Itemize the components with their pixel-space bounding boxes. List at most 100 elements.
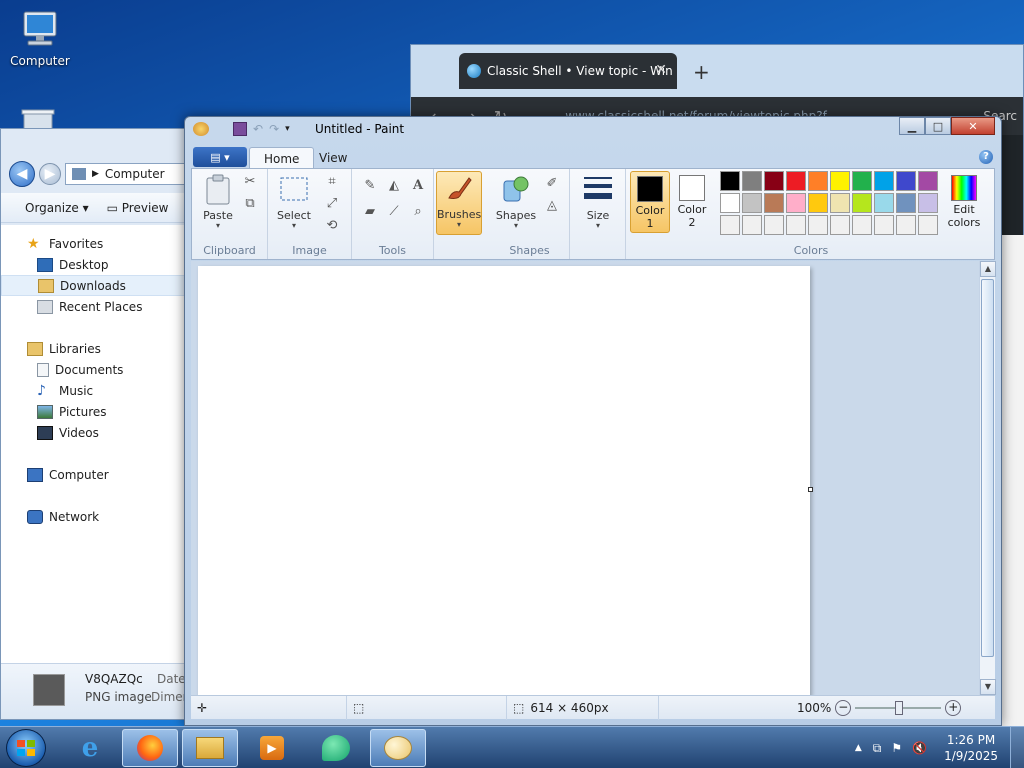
palette-color-swatch[interactable] (896, 215, 916, 235)
preview-button[interactable]: ▭ Preview (107, 201, 169, 215)
nav-videos[interactable]: Videos (1, 422, 185, 443)
minimize-button[interactable]: ▁ (899, 117, 925, 135)
forward-button[interactable]: ▶ (39, 163, 61, 185)
undo-icon[interactable]: ↶ (253, 122, 263, 136)
redo-icon[interactable]: ↷ (269, 122, 279, 136)
palette-color-swatch[interactable] (764, 193, 784, 213)
zoom-slider-thumb[interactable] (895, 701, 904, 715)
browser-tab[interactable]: Classic Shell • View topic - Win ✕ (459, 53, 677, 89)
drawing-canvas[interactable] (198, 266, 810, 696)
color-picker-icon[interactable]: ⟋ (384, 201, 404, 221)
start-button[interactable] (6, 729, 46, 767)
nav-documents[interactable]: Documents (1, 359, 185, 380)
palette-color-swatch[interactable] (720, 215, 740, 235)
maximize-button[interactable]: □ (925, 117, 951, 135)
palette-color-swatch[interactable] (742, 215, 762, 235)
palette-color-swatch[interactable] (852, 171, 872, 191)
palette-color-swatch[interactable] (808, 171, 828, 191)
brushes-button[interactable]: Brushes ▾ (436, 171, 482, 235)
palette-color-swatch[interactable] (896, 171, 916, 191)
palette-color-swatch[interactable] (852, 193, 872, 213)
palette-color-swatch[interactable] (830, 215, 850, 235)
nav-desktop[interactable]: Desktop (1, 254, 185, 275)
palette-color-swatch[interactable] (764, 171, 784, 191)
scroll-down-icon[interactable]: ▼ (980, 679, 996, 695)
close-button[interactable]: ✕ (951, 117, 995, 135)
fill-icon[interactable]: ◭ (384, 175, 404, 195)
rotate-icon[interactable]: ⟲ (322, 215, 342, 235)
help-icon[interactable]: ? (979, 150, 993, 164)
new-tab-icon[interactable]: + (693, 60, 710, 84)
paste-button[interactable]: Paste ▾ (196, 173, 240, 230)
taskbar-app[interactable] (308, 729, 364, 767)
palette-color-swatch[interactable] (742, 171, 762, 191)
network-tray-icon[interactable]: ⧉ (868, 741, 887, 756)
palette-color-swatch[interactable] (786, 171, 806, 191)
nav-downloads[interactable]: Downloads (1, 275, 185, 296)
back-button[interactable]: ◀ (9, 161, 35, 187)
palette-color-swatch[interactable] (830, 171, 850, 191)
size-button[interactable]: Size ▾ (576, 173, 620, 230)
palette-color-swatch[interactable] (918, 193, 938, 213)
palette-color-swatch[interactable] (918, 171, 938, 191)
shapes-button[interactable]: Shapes ▾ (494, 173, 538, 230)
nav-music[interactable]: ♪ Music (1, 380, 185, 401)
taskbar-explorer[interactable] (182, 729, 238, 767)
nav-libraries[interactable]: Libraries (1, 338, 185, 359)
palette-color-swatch[interactable] (742, 193, 762, 213)
palette-color-swatch[interactable] (808, 215, 828, 235)
magnifier-icon[interactable]: ⌕ (408, 201, 428, 221)
palette-color-swatch[interactable] (874, 215, 894, 235)
resize-icon[interactable]: ⤢ (322, 193, 342, 213)
paint-menu-button[interactable]: ▤ ▾ (193, 147, 247, 167)
palette-color-swatch[interactable] (874, 171, 894, 191)
palette-color-swatch[interactable] (852, 215, 872, 235)
show-desktop-button[interactable] (1010, 727, 1024, 768)
palette-color-swatch[interactable] (918, 215, 938, 235)
save-icon[interactable] (233, 122, 247, 136)
eraser-icon[interactable]: ▰ (360, 201, 380, 221)
vertical-scrollbar[interactable]: ▲ ▼ (979, 261, 996, 695)
taskbar-media-player[interactable]: ▶ (244, 729, 300, 767)
fill-shape-icon[interactable]: ◬ (542, 195, 562, 215)
palette-color-swatch[interactable] (786, 215, 806, 235)
palette-color-swatch[interactable] (896, 193, 916, 213)
outline-icon[interactable]: ✐ (542, 173, 562, 193)
taskbar-firefox[interactable] (122, 729, 178, 767)
nav-recent-places[interactable]: Recent Places (1, 296, 185, 317)
palette-color-swatch[interactable] (720, 193, 740, 213)
resize-handle-right[interactable] (808, 487, 813, 492)
qat-dropdown-icon[interactable]: ▾ (285, 124, 290, 134)
desktop-icon-computer[interactable]: Computer (2, 10, 78, 68)
show-hidden-icons[interactable]: ▲ (849, 743, 868, 753)
cut-icon[interactable]: ✂ (240, 171, 260, 191)
palette-color-swatch[interactable] (808, 193, 828, 213)
nav-favorites[interactable]: ★ Favorites (1, 233, 185, 254)
volume-muted-icon[interactable]: 🔇 (907, 741, 932, 755)
taskbar-paint[interactable] (370, 729, 426, 767)
scroll-up-icon[interactable]: ▲ (980, 261, 996, 277)
palette-color-swatch[interactable] (786, 193, 806, 213)
pencil-icon[interactable]: ✎ (360, 175, 380, 195)
palette-color-swatch[interactable] (830, 193, 850, 213)
tab-view[interactable]: View (305, 147, 361, 169)
organize-button[interactable]: Organize ▾ (25, 201, 89, 215)
palette-color-swatch[interactable] (874, 193, 894, 213)
nav-computer[interactable]: Computer (1, 464, 185, 485)
palette-color-swatch[interactable] (720, 171, 740, 191)
edit-colors-button[interactable]: Edit colors (942, 171, 986, 233)
copy-icon[interactable]: ⧉ (240, 193, 260, 213)
close-tab-icon[interactable]: ✕ (655, 62, 667, 78)
paint-app-icon[interactable] (193, 122, 209, 136)
clock[interactable]: 1:26 PM 1/9/2025 (932, 732, 1010, 764)
zoom-in-icon[interactable]: + (945, 700, 962, 716)
color1-button[interactable]: Color 1 (630, 171, 670, 233)
explorer-address-bar[interactable]: ▶ Computer (65, 163, 185, 185)
recycle-bin-icon[interactable] (20, 108, 56, 131)
action-center-flag-icon[interactable]: ⚑ (886, 741, 907, 755)
color2-button[interactable]: Color 2 (672, 171, 712, 233)
crop-icon[interactable]: ⌗ (322, 171, 342, 191)
nav-network[interactable]: Network (1, 506, 185, 527)
palette-color-swatch[interactable] (764, 215, 784, 235)
zoom-slider[interactable] (855, 700, 942, 716)
